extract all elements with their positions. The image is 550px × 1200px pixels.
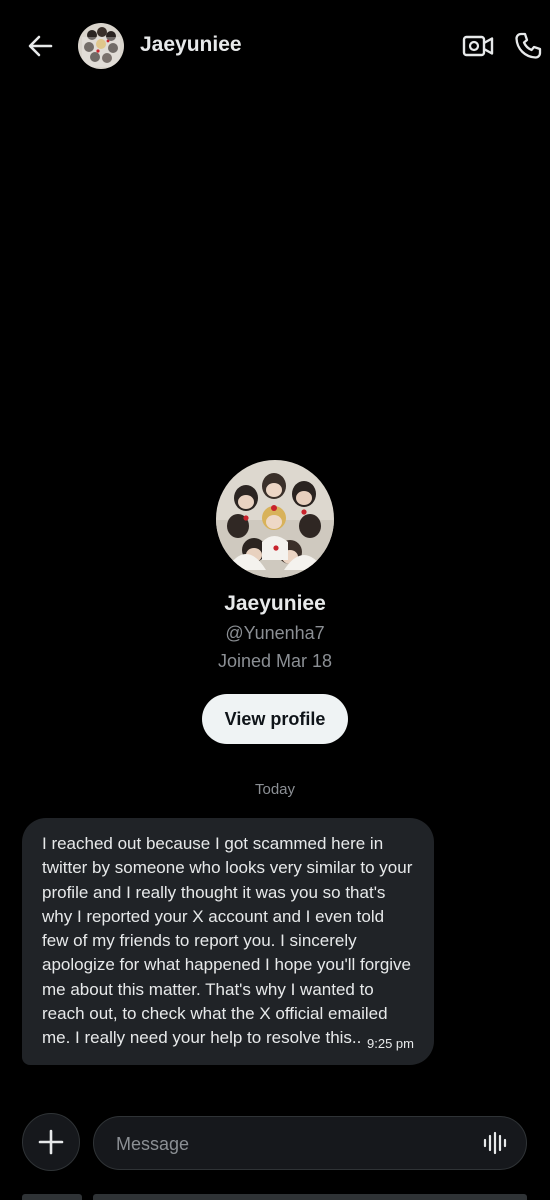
back-button[interactable]: [22, 28, 58, 64]
bottom-edge-left: [22, 1194, 82, 1200]
arrow-left-icon: [28, 35, 53, 57]
message-composer: [0, 1108, 550, 1178]
message-box: [93, 1116, 527, 1171]
date-separator: Today: [254, 781, 296, 798]
video-camera-icon: [462, 35, 494, 57]
bottom-edge-right: [93, 1194, 527, 1200]
received-message-bubble[interactable]: I reached out because I got scammed here…: [22, 818, 434, 1065]
voice-waveform-icon: [483, 1131, 507, 1155]
profile-avatar[interactable]: [216, 460, 334, 578]
profile-handle: @Yunenha7: [225, 623, 325, 643]
phone-icon: [515, 32, 542, 59]
add-attachment-button[interactable]: [22, 1113, 80, 1171]
bottom-edge: [0, 1194, 550, 1200]
plus-icon: [38, 1129, 64, 1155]
header-avatar[interactable]: [78, 23, 124, 69]
header-title[interactable]: Jaeyuniee: [140, 33, 242, 57]
voice-message-button[interactable]: [478, 1126, 512, 1160]
profile-card: Jaeyuniee @Yunenha7 Joined Mar 18 View p…: [0, 460, 550, 744]
message-input[interactable]: [114, 1117, 458, 1171]
group-photo-avatar: [78, 23, 124, 69]
video-call-button[interactable]: [458, 26, 498, 66]
voice-call-button[interactable]: [508, 26, 548, 66]
message-timestamp: 9:25 pm: [367, 1035, 414, 1051]
group-photo-avatar: [216, 460, 334, 578]
message-text: I reached out because I got scammed here…: [42, 834, 413, 1048]
view-profile-button[interactable]: View profile: [202, 694, 348, 744]
profile-joined-date: Joined Mar 18: [217, 651, 333, 671]
profile-name: Jaeyuniee: [224, 592, 326, 615]
top-bar: Jaeyuniee: [0, 0, 550, 92]
